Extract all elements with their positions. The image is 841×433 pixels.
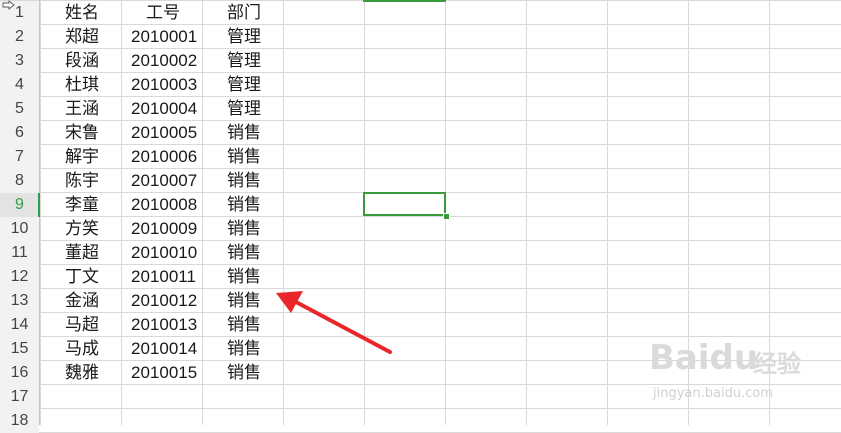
cell-employee-id[interactable]: 2010011 (122, 265, 202, 289)
cell-employee-id[interactable]: 2010009 (122, 217, 202, 241)
cell-department[interactable]: 销售 (203, 313, 283, 337)
cell-employee-id[interactable]: 2010006 (122, 145, 202, 169)
cell-name[interactable]: 李童 (41, 193, 121, 217)
cell-employee-id[interactable]: 2010012 (122, 289, 202, 313)
row-header-15[interactable]: 15 (0, 337, 39, 361)
cell-department[interactable]: 销售 (203, 121, 283, 145)
watermark-sub: 经验 (753, 350, 801, 378)
cell-department[interactable]: 销售 (203, 361, 283, 385)
row-header-10[interactable]: 10 (0, 217, 39, 241)
row-header-4[interactable]: 4 (0, 73, 39, 97)
cell-department[interactable]: 管理 (203, 73, 283, 97)
cell-employee-id[interactable]: 2010008 (122, 193, 202, 217)
cell-employee-id[interactable]: 2010002 (122, 49, 202, 73)
cell-employee-id[interactable]: 2010015 (122, 361, 202, 385)
row-header-11[interactable]: 11 (0, 241, 39, 265)
cell-name[interactable]: 段涵 (41, 49, 121, 73)
active-column-marker (363, 0, 446, 2)
cell-employee-id[interactable]: 2010014 (122, 337, 202, 361)
row-header-17[interactable]: 17 (0, 385, 39, 409)
cell-department[interactable]: 管理 (203, 49, 283, 73)
row-header-3[interactable]: 3 (0, 49, 39, 73)
row-header-8[interactable]: 8 (0, 169, 39, 193)
header-cell-id[interactable]: 工号 (122, 1, 202, 25)
cell-department[interactable]: 销售 (203, 289, 283, 313)
cell-employee-id[interactable]: 2010013 (122, 313, 202, 337)
row-header-14[interactable]: 14 (0, 313, 39, 337)
cell-employee-id[interactable]: 2010003 (122, 73, 202, 97)
cell-department[interactable]: 管理 (203, 97, 283, 121)
selected-cell[interactable] (363, 192, 446, 216)
column-gridline (526, 0, 527, 425)
row-header-9[interactable]: 9 (0, 193, 39, 217)
cell-department[interactable]: 销售 (203, 169, 283, 193)
row-header-18[interactable]: 18 (0, 409, 39, 433)
cell-department[interactable]: 销售 (203, 337, 283, 361)
watermark-url: jingyan.baidu.com (653, 386, 773, 401)
header-cell-name[interactable]: 姓名 (41, 1, 121, 25)
cell-employee-id[interactable]: 2010005 (122, 121, 202, 145)
header-cell-dept[interactable]: 部门 (203, 1, 283, 25)
select-all-icon[interactable] (2, 0, 16, 10)
column-gridline (283, 0, 284, 425)
cell-department[interactable]: 销售 (203, 217, 283, 241)
active-row-marker (38, 193, 40, 217)
cell-employee-id[interactable]: 2010007 (122, 169, 202, 193)
cell-employee-id[interactable]: 2010010 (122, 241, 202, 265)
cell-name[interactable]: 杜琪 (41, 73, 121, 97)
cell-department[interactable]: 销售 (203, 265, 283, 289)
cell-name[interactable]: 王涵 (41, 97, 121, 121)
row-header-5[interactable]: 5 (0, 97, 39, 121)
cell-name[interactable]: 魏雅 (41, 361, 121, 385)
column-gridline (607, 0, 608, 425)
spreadsheet-grid: 1 2 3 4 5 6 7 8 9 10 11 12 13 14 15 16 17 18 姓名 工号 部门 郑超 2010… (0, 0, 841, 433)
cell-name[interactable]: 郑超 (41, 25, 121, 49)
row-header-16[interactable]: 16 (0, 361, 39, 385)
cell-name[interactable]: 董超 (41, 241, 121, 265)
row-header-2[interactable]: 2 (0, 25, 39, 49)
cell-department[interactable]: 管理 (203, 25, 283, 49)
cell-name[interactable]: 丁文 (41, 265, 121, 289)
cell-name[interactable]: 马成 (41, 337, 121, 361)
row-header-12[interactable]: 12 (0, 265, 39, 289)
cell-name[interactable]: 金涵 (41, 289, 121, 313)
cell-department[interactable]: 销售 (203, 241, 283, 265)
cell-name[interactable]: 解宇 (41, 145, 121, 169)
cell-name[interactable]: 宋鲁 (41, 121, 121, 145)
row-header-7[interactable]: 7 (0, 145, 39, 169)
cell-department[interactable]: 销售 (203, 193, 283, 217)
cell-employee-id[interactable]: 2010001 (122, 25, 202, 49)
row-header-6[interactable]: 6 (0, 121, 39, 145)
baidu-jingyan-watermark: Baidu 经验 jingyan.baidu.com (643, 330, 841, 410)
row-header-13[interactable]: 13 (0, 289, 39, 313)
fill-handle[interactable] (443, 213, 450, 220)
cell-department[interactable]: 销售 (203, 145, 283, 169)
cell-name[interactable]: 方笑 (41, 217, 121, 241)
cell-name[interactable]: 陈宇 (41, 169, 121, 193)
cell-employee-id[interactable]: 2010004 (122, 97, 202, 121)
cell-name[interactable]: 马超 (41, 313, 121, 337)
